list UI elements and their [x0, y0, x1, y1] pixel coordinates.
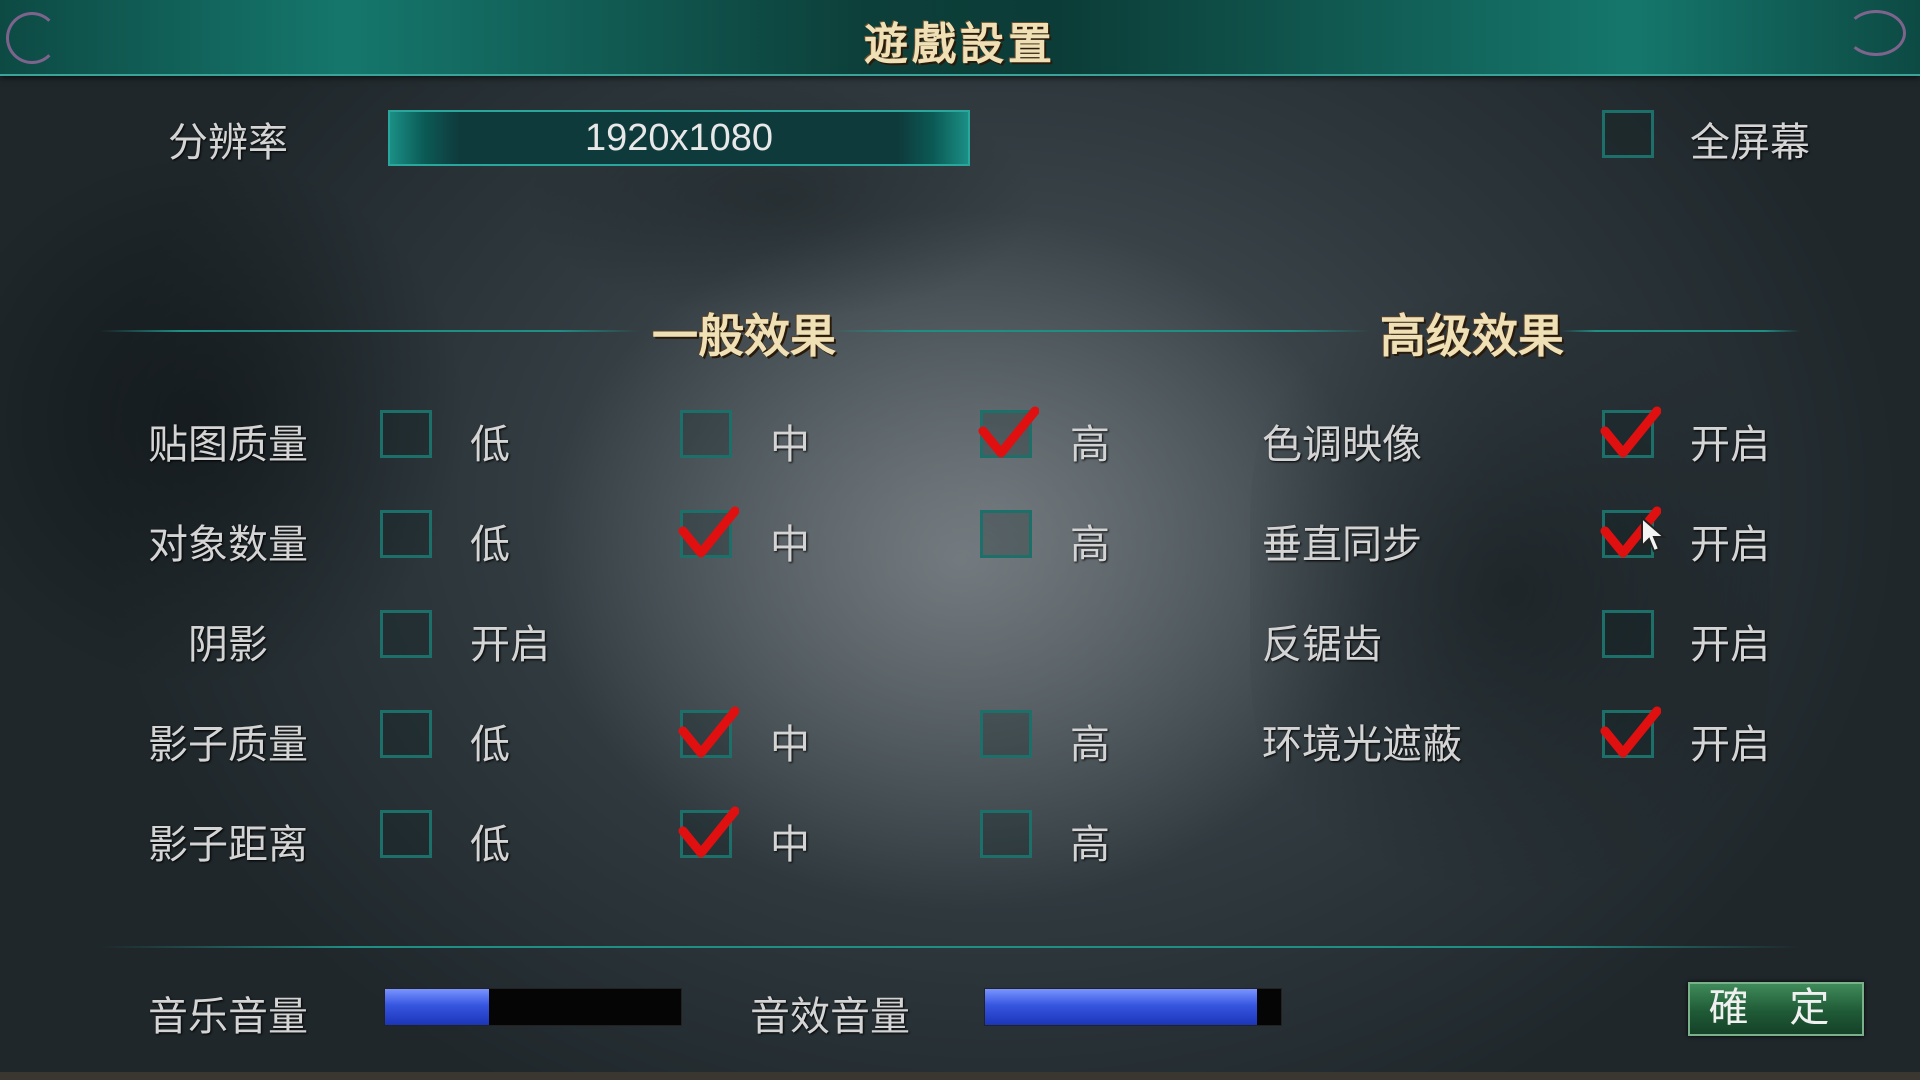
shadow-label: 阴影 [188, 622, 268, 668]
option-label: 中 [770, 422, 810, 468]
option-label: 高 [1070, 822, 1110, 868]
option-checkbox[interactable] [678, 506, 739, 558]
advanced-option-checkbox[interactable] [1600, 406, 1661, 458]
music-volume-fill [385, 989, 489, 1025]
red-check-icon [678, 806, 739, 858]
option-label: 中 [770, 522, 810, 568]
shadow-distance-label: 影子距离 [148, 822, 308, 868]
option-label: 中 [770, 722, 810, 768]
option-checkbox[interactable] [678, 806, 739, 858]
object-count-label: 对象数量 [148, 522, 308, 568]
option-checkbox[interactable] [380, 610, 432, 658]
option-checkbox[interactable] [980, 710, 1032, 758]
advanced-option-label: 开启 [1690, 722, 1770, 768]
red-check-icon [678, 706, 739, 758]
resolution-value: 1920x1080 [584, 117, 774, 159]
section-divider-mid [830, 330, 1370, 332]
fullscreen-label: 全屏幕 [1690, 120, 1810, 166]
sfx-volume-fill [985, 989, 1258, 1025]
vsync-label: 垂直同步 [1262, 522, 1422, 568]
bottom-edge [0, 1072, 1920, 1080]
option-checkbox[interactable] [678, 706, 739, 758]
general-divider-left [100, 330, 640, 332]
shadow-quality-label: 影子质量 [148, 722, 308, 768]
option-label: 高 [1070, 422, 1110, 468]
sfx-volume-slider[interactable] [984, 988, 1282, 1026]
texture-quality-label: 贴图质量 [148, 422, 308, 468]
title-bar: 遊戲設置 [0, 0, 1920, 76]
option-checkbox[interactable] [380, 410, 432, 458]
advanced-option-label: 开启 [1690, 422, 1770, 468]
option-label: 高 [1070, 522, 1110, 568]
option-label: 低 [470, 422, 510, 468]
window-title: 遊戲設置 [864, 19, 1056, 70]
red-check-icon [1600, 706, 1661, 758]
advanced-option-label: 开启 [1690, 522, 1770, 568]
option-label: 低 [470, 822, 510, 868]
tone-mapping-label: 色调映像 [1262, 422, 1422, 468]
resolution-label: 分辨率 [168, 120, 288, 166]
advanced-option-checkbox[interactable] [1600, 706, 1661, 758]
anti-aliasing-label: 反锯齿 [1262, 622, 1382, 668]
option-checkbox[interactable] [978, 406, 1039, 458]
fullscreen-checkbox[interactable] [1602, 110, 1654, 158]
music-volume-label: 音乐音量 [148, 994, 308, 1040]
option-checkbox[interactable] [380, 810, 432, 858]
option-checkbox[interactable] [680, 410, 732, 458]
option-label: 中 [770, 822, 810, 868]
bottom-divider [100, 946, 1800, 948]
resolution-select[interactable]: 1920x1080 [388, 110, 970, 166]
red-check-icon [978, 406, 1039, 458]
red-check-icon [1600, 406, 1661, 458]
advanced-option-label: 开启 [1690, 622, 1770, 668]
ambient-occlusion-label: 环境光遮蔽 [1262, 722, 1462, 768]
advanced-divider-right [1560, 330, 1800, 332]
option-checkbox[interactable] [380, 510, 432, 558]
red-check-icon [678, 506, 739, 558]
sfx-volume-label: 音效音量 [750, 994, 910, 1040]
general-section-title: 一般效果 [652, 309, 836, 363]
advanced-option-checkbox[interactable] [1602, 610, 1654, 658]
option-label: 低 [470, 722, 510, 768]
option-label: 高 [1070, 722, 1110, 768]
option-checkbox[interactable] [980, 510, 1032, 558]
option-label: 低 [470, 522, 510, 568]
option-label: 开启 [470, 622, 550, 668]
confirm-button[interactable]: 確 定 [1688, 982, 1864, 1036]
option-checkbox[interactable] [980, 810, 1032, 858]
music-volume-slider[interactable] [384, 988, 682, 1026]
mouse-cursor-icon [1641, 516, 1667, 553]
option-checkbox[interactable] [380, 710, 432, 758]
advanced-section-title: 高级效果 [1380, 309, 1564, 363]
